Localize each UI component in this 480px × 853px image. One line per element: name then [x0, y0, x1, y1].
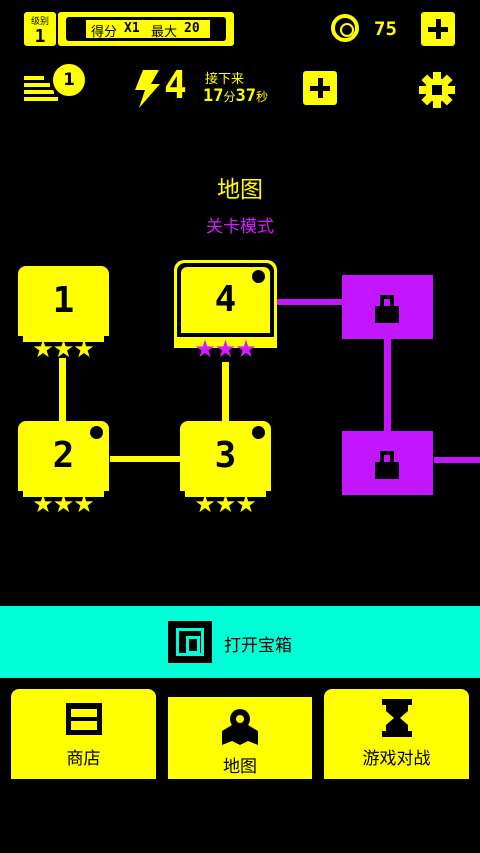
locked-level-node[interactable]: [342, 431, 433, 495]
level-node-2[interactable]: 2: [18, 421, 109, 499]
energy-timer: 17分37秒: [203, 86, 268, 106]
locked-level-node[interactable]: [342, 275, 433, 339]
nav-battle-button[interactable]: 游戏对战: [324, 689, 469, 779]
add-coins-button[interactable]: [421, 12, 455, 46]
next-energy-label: 接下来: [205, 72, 245, 87]
level-node-1[interactable]: 1: [18, 266, 109, 344]
new-indicator-dot: [252, 270, 265, 283]
max-value: 20: [184, 21, 200, 36]
settings-gear-icon[interactable]: [419, 72, 455, 108]
new-indicator-dot: [252, 426, 265, 439]
max-label: 最大: [151, 25, 178, 40]
path-connector: [222, 362, 229, 422]
path-connector: [59, 358, 66, 422]
energy-bolt-icon: [135, 70, 160, 108]
nav-shop-button[interactable]: 商店: [11, 689, 156, 779]
locked-path-connector: [434, 457, 480, 463]
nav-shop-label: 商店: [66, 749, 101, 769]
nav-map-button[interactable]: 地图: [168, 697, 312, 779]
level-node-3[interactable]: 3: [180, 421, 271, 499]
nav-map-label: 地图: [223, 757, 257, 777]
lock-icon: [375, 451, 399, 479]
level-indicator: 级别 1: [24, 12, 56, 47]
chest-icon: [168, 621, 212, 663]
score-multiplier: X1: [124, 21, 140, 36]
new-indicator-dot: [90, 426, 103, 439]
level-stars: ★★★: [194, 490, 257, 518]
score-label: 得分: [91, 25, 118, 40]
path-connector: [110, 456, 180, 462]
level-stars: ★★★: [32, 335, 95, 363]
page-title: 地图: [217, 177, 263, 203]
notification-badge: 1: [50, 61, 88, 99]
hourglass-icon: [381, 699, 412, 737]
locked-path-connector: [384, 339, 391, 431]
energy-count: 4: [164, 63, 187, 107]
lock-icon: [375, 295, 399, 323]
open-chest-label: 打开宝箱: [224, 636, 292, 656]
locked-path-connector: [274, 299, 342, 305]
level-number: 1: [18, 266, 109, 336]
mode-subtitle: 关卡模式: [206, 217, 274, 237]
add-energy-button[interactable]: [303, 71, 337, 105]
level-stars: ★★★: [32, 490, 95, 518]
level-value: 1: [34, 26, 46, 47]
coin-count: 75: [374, 18, 397, 40]
level-stars: ★★★: [194, 335, 257, 363]
shop-chest-icon: [65, 703, 102, 735]
nav-battle-label: 游戏对战: [362, 749, 431, 769]
map-pin-icon: [222, 709, 258, 745]
coin-icon: [331, 14, 359, 42]
